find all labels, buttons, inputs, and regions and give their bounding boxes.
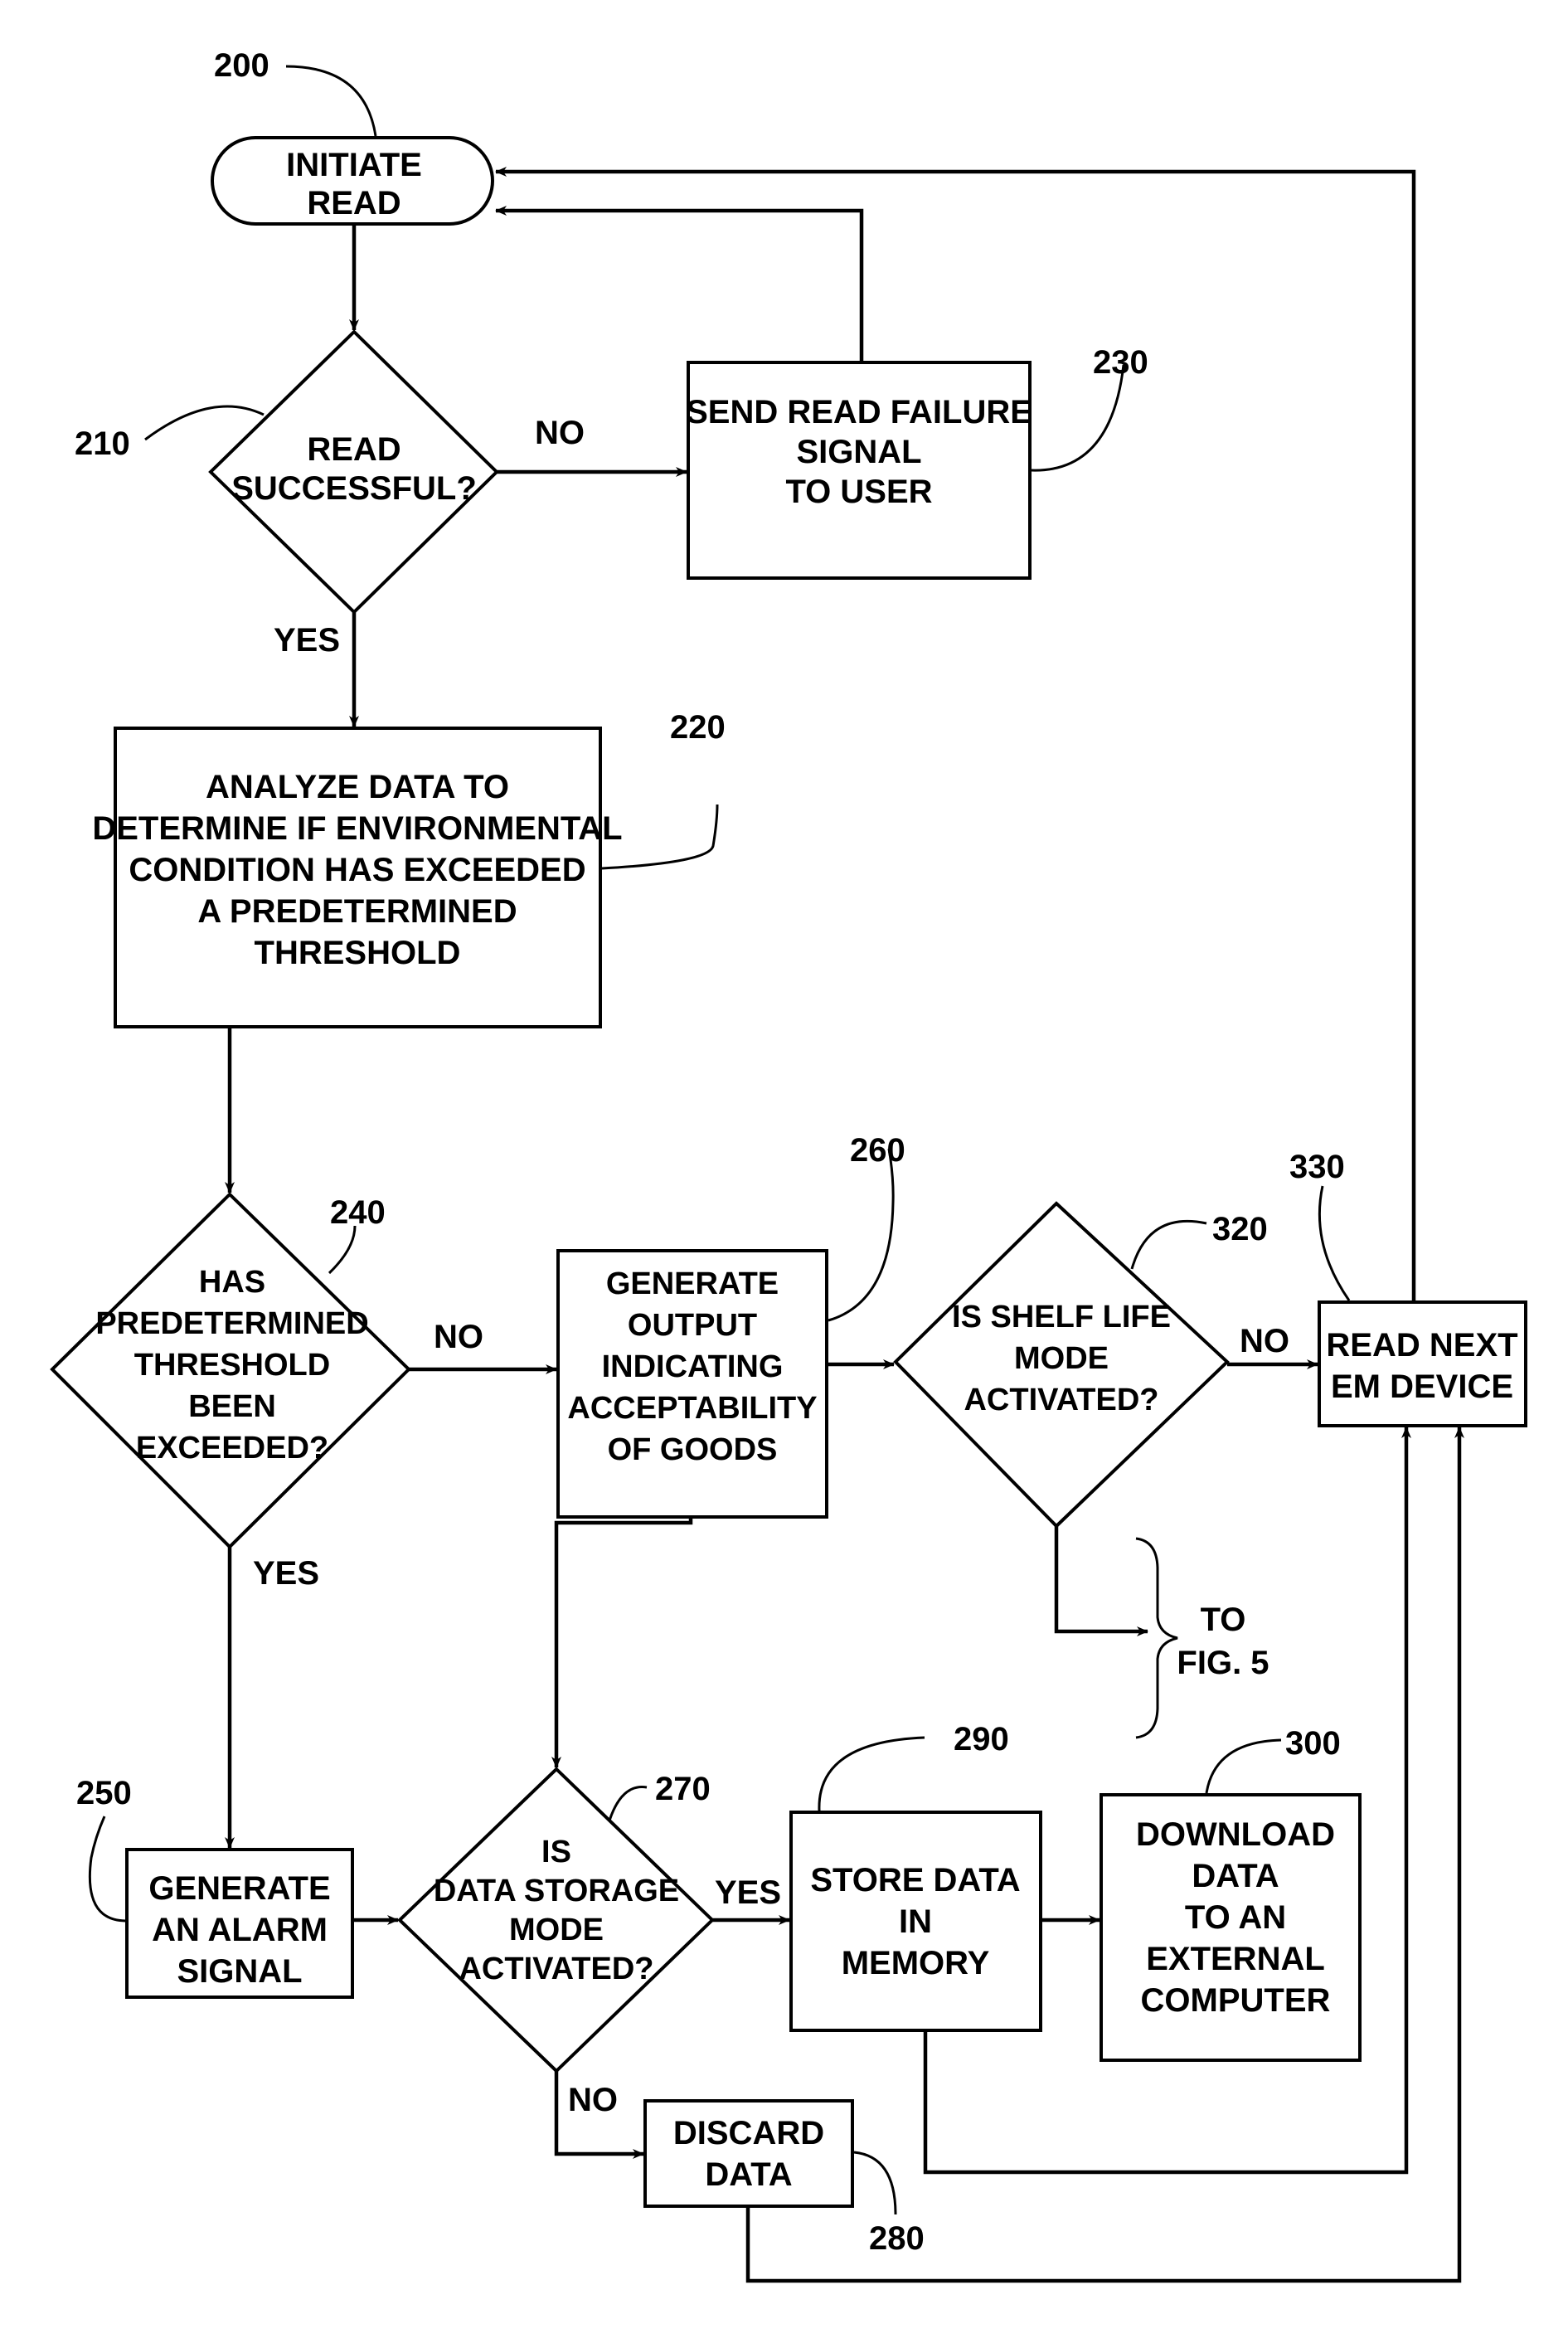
node-240-line-1: HAS — [199, 1265, 265, 1300]
node-240-line-3: THRESHOLD — [134, 1348, 330, 1383]
node-250-line-1: GENERATE — [148, 1870, 330, 1907]
ref-220: 220 — [670, 709, 726, 746]
node-320-line-2: MODE — [1014, 1341, 1109, 1376]
node-280-discard-data: DISCARD DATA 280 — [643, 2099, 925, 2257]
node-320-shelf-life-mode: IS SHELF LIFE MODE ACTIVATED? 320 — [893, 1201, 1268, 1529]
node-240-line-5: EXCEEDED? — [136, 1431, 328, 1466]
node-300-line-3: TO AN — [1185, 1899, 1286, 1936]
node-220-line-3: CONDITION HAS EXCEEDED — [129, 852, 585, 888]
node-270-line-4: ACTIVATED? — [459, 1952, 653, 1986]
ref-230: 230 — [1093, 344, 1148, 381]
edge-320-fig5 — [1054, 1526, 1148, 1636]
node-230-line-3: TO USER — [785, 474, 932, 510]
ref-260: 260 — [850, 1132, 905, 1169]
edge-230-200-loop — [495, 206, 864, 362]
edge-260-270 — [551, 1517, 693, 1768]
node-260-line-5: OF GOODS — [608, 1432, 778, 1467]
ref-250: 250 — [76, 1775, 132, 1811]
ref-200: 200 — [214, 47, 269, 84]
node-260-line-2: OUTPUT — [628, 1308, 757, 1343]
ref-300: 300 — [1285, 1725, 1341, 1762]
node-210-read-successful: READ SUCCESSFUL? 210 — [75, 329, 499, 615]
node-280-line-2: DATA — [705, 2156, 792, 2193]
node-200-line-1: INITIATE — [286, 147, 422, 183]
edge-label-320-no: NO — [1240, 1323, 1289, 1359]
ref-330: 330 — [1289, 1149, 1345, 1185]
node-230-send-read-failure: SEND READ FAILURE SIGNAL TO USER 230 — [686, 344, 1148, 580]
node-270-data-storage-mode: IS DATA STORAGE MODE ACTIVATED? 270 — [397, 1767, 715, 2073]
node-260-line-3: INDICATING — [602, 1349, 784, 1384]
node-270-line-2: DATA STORAGE — [434, 1874, 679, 1908]
node-260-generate-output: GENERATE OUTPUT INDICATING ACCEPTABILITY… — [556, 1132, 905, 1519]
node-290-line-3: MEMORY — [842, 1945, 990, 1981]
node-240-line-4: BEEN — [188, 1389, 276, 1424]
offpage-line-1: TO — [1201, 1602, 1246, 1638]
brace-icon — [1135, 1537, 1178, 1739]
node-240-threshold-exceeded: HAS PREDETERMINED THRESHOLD BEEN EXCEEDE… — [50, 1192, 411, 1549]
edge-330-200-loop — [495, 167, 1416, 1302]
node-320-line-1: IS SHELF LIFE — [952, 1300, 1171, 1334]
node-330-read-next-em-device: READ NEXT EM DEVICE 330 — [1289, 1149, 1527, 1427]
edge-label-210-yes: YES — [274, 622, 340, 659]
node-240-line-2: PREDETERMINED — [95, 1306, 368, 1341]
node-270-line-3: MODE — [509, 1913, 604, 1947]
node-230-line-1: SEND READ FAILURE — [686, 394, 1032, 430]
node-220-analyze-data: ANALYZE DATA TO DETERMINE IF ENVIRONMENT… — [92, 709, 726, 1028]
node-220-line-2: DETERMINE IF ENVIRONMENTAL — [92, 810, 622, 847]
node-250-line-3: SIGNAL — [177, 1953, 302, 1990]
node-220-line-1: ANALYZE DATA TO — [206, 769, 509, 805]
node-300-line-1: DOWNLOAD — [1136, 1816, 1335, 1853]
node-220-line-5: THRESHOLD — [255, 935, 461, 971]
node-300-line-2: DATA — [1192, 1858, 1279, 1894]
node-290-line-1: STORE DATA — [810, 1862, 1020, 1898]
ref-290: 290 — [954, 1721, 1009, 1757]
node-280-line-1: DISCARD — [673, 2115, 824, 2151]
node-320-line-3: ACTIVATED? — [964, 1383, 1158, 1417]
node-260-line-1: GENERATE — [606, 1266, 779, 1301]
edge-label-240-no: NO — [434, 1319, 483, 1355]
offpage-line-2: FIG. 5 — [1177, 1645, 1269, 1681]
node-250-generate-alarm: GENERATE AN ALARM SIGNAL 250 — [76, 1775, 354, 1999]
ref-280: 280 — [869, 2220, 925, 2257]
node-210-line-2: SUCCESSFUL? — [231, 470, 477, 507]
node-270-line-1: IS — [541, 1835, 571, 1869]
node-290-line-2: IN — [899, 1903, 932, 1940]
edge-label-240-yes: YES — [253, 1555, 319, 1592]
node-300-line-4: EXTERNAL — [1146, 1941, 1325, 1977]
flowchart: TO FIG. 5 INITIATE READ 200 READ SUCCESS… — [50, 47, 1527, 2283]
ref-210: 210 — [75, 425, 130, 462]
node-300-download-data: DOWNLOAD DATA TO AN EXTERNAL COMPUTER 30… — [1100, 1725, 1362, 2062]
node-300-line-5: COMPUTER — [1141, 1982, 1331, 2019]
ref-320: 320 — [1212, 1211, 1268, 1247]
node-230-line-2: SIGNAL — [796, 434, 921, 470]
node-330-line-1: READ NEXT — [1326, 1327, 1517, 1364]
node-220-line-4: A PREDETERMINED — [197, 893, 517, 930]
node-290-store-data: STORE DATA IN MEMORY 290 — [789, 1721, 1042, 2032]
node-260-line-4: ACCEPTABILITY — [567, 1391, 817, 1426]
ref-270: 270 — [655, 1771, 711, 1807]
node-210-line-1: READ — [307, 431, 400, 468]
node-200-initiate-read: INITIATE READ 200 — [211, 47, 494, 226]
node-200-line-2: READ — [307, 185, 400, 221]
ref-240: 240 — [330, 1194, 386, 1231]
node-250-line-2: AN ALARM — [152, 1912, 328, 1948]
node-330-line-2: EM DEVICE — [1331, 1368, 1513, 1405]
edge-label-210-no: NO — [535, 415, 585, 451]
edge-label-270-yes: YES — [715, 1874, 781, 1911]
offpage-connector-fig5: TO FIG. 5 — [1135, 1537, 1269, 1739]
edge-label-270-no: NO — [568, 2082, 618, 2118]
